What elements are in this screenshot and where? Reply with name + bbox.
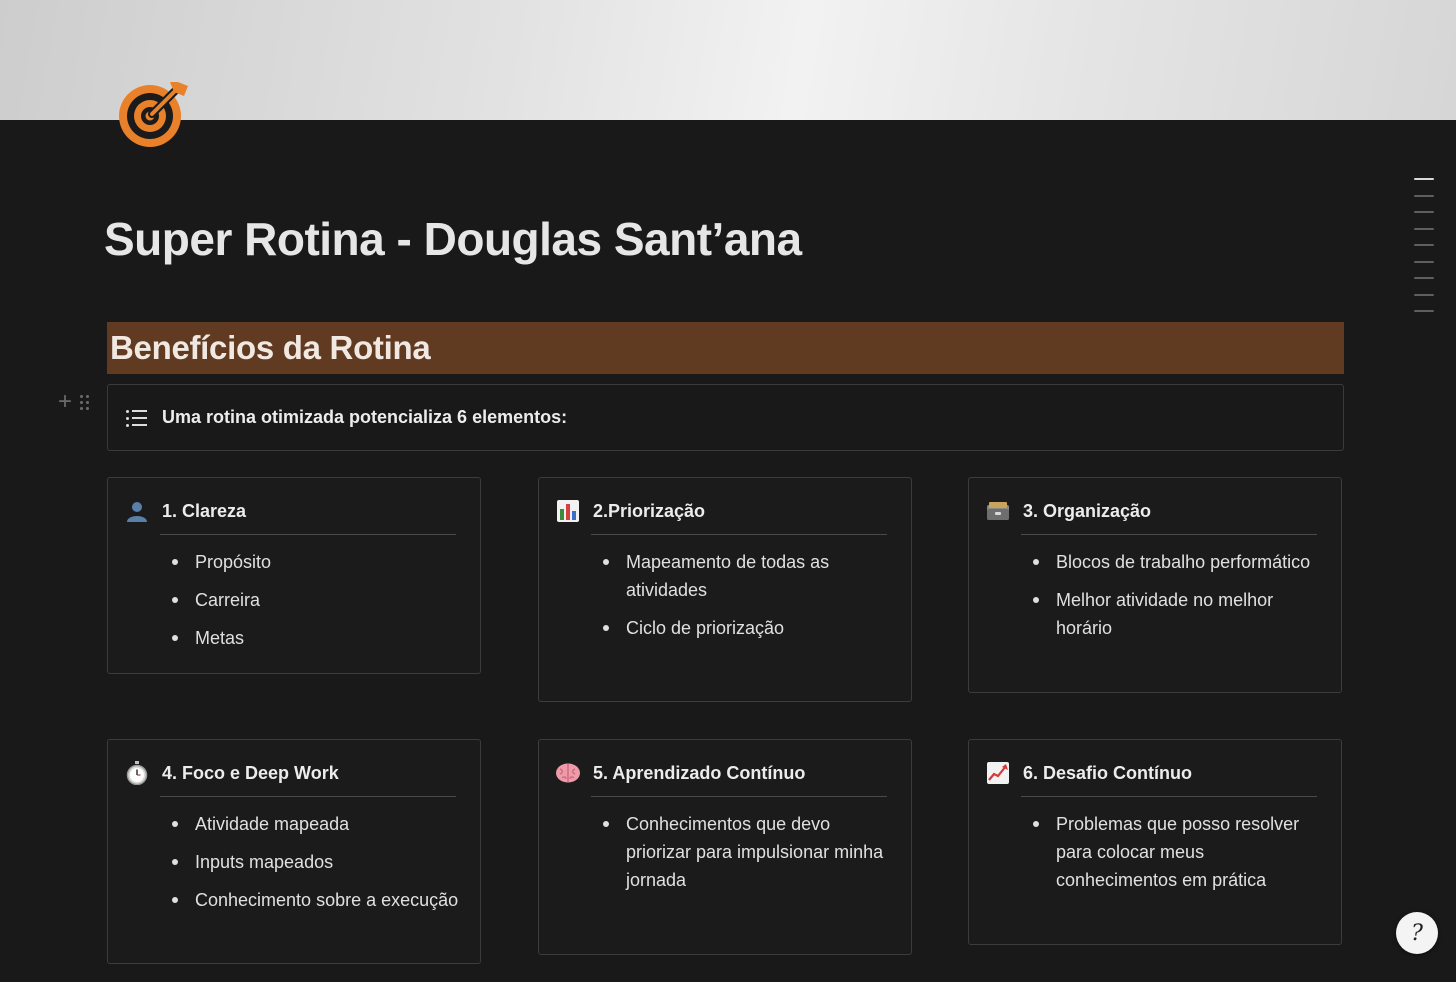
person-silhouette-icon [124,498,150,524]
page-cover[interactable] [0,0,1456,120]
section-heading: Benefícios da Rotina [110,329,431,366]
list-item[interactable]: Metas [172,624,462,652]
list-item[interactable]: Conhecimentos que devo priorizar para im… [603,810,893,894]
list-item[interactable]: Problemas que posso resolver para coloca… [1033,810,1323,894]
toc-entry[interactable] [1414,277,1434,279]
help-button[interactable]: ? [1396,912,1438,954]
benefit-card-desafio[interactable]: 6. Desafio Contínuo Problemas que posso … [968,739,1342,945]
list-item[interactable]: Inputs mapeados [172,848,462,876]
card-title: 6. Desafio Contínuo [1023,762,1193,783]
card-title: 5. Aprendizado Contínuo [593,762,806,783]
list-item[interactable]: Conhecimento sobre a execução [172,886,462,914]
toc-entry[interactable] [1414,178,1434,180]
benefit-card-foco[interactable]: 4. Foco e Deep Work Atividade mapeada In… [107,739,481,964]
benefit-card-clareza[interactable]: 1. Clareza Propósito Carreira Metas [107,477,481,674]
benefit-card-priorizacao[interactable]: 2.Priorização Mapeamento de todas as ati… [538,477,912,702]
notion-page: Super Rotina - Douglas Sant’ana Benefíci… [0,0,1456,982]
divider [1021,534,1317,535]
list-item[interactable]: Ciclo de priorização [603,614,893,642]
bullet-list: Atividade mapeada Inputs mapeados Conhec… [172,810,462,924]
table-of-contents-minimap[interactable] [1414,178,1434,327]
list-item[interactable]: Carreira [172,586,462,614]
toc-entry[interactable] [1414,194,1434,197]
bullet-list: Conhecimentos que devo priorizar para im… [603,810,893,904]
section-heading-block[interactable]: Benefícios da Rotina [107,322,1344,374]
list-item[interactable]: Atividade mapeada [172,810,462,838]
divider [1021,796,1317,797]
benefit-card-organizacao[interactable]: 3. Organização Blocos de trabalho perfor… [968,477,1342,693]
list-item[interactable]: Blocos de trabalho performático [1033,548,1323,576]
card-title: 2.Priorização [593,500,706,521]
benefit-card-aprendizado[interactable]: 5. Aprendizado Contínuo Conhecimentos qu… [538,739,912,955]
toc-entry[interactable] [1414,260,1434,263]
brain-icon [555,760,581,786]
bullet-list: Blocos de trabalho performático Melhor a… [1033,548,1323,652]
callout-block[interactable]: Uma rotina otimizada potencializa 6 elem… [107,384,1344,451]
divider [591,796,887,797]
bullet-list: Propósito Carreira Metas [172,548,462,662]
toc-entry[interactable] [1414,293,1434,296]
list-icon [126,409,148,427]
add-block-icon[interactable]: + [58,390,72,414]
bullet-list: Mapeamento de todas as atividades Ciclo … [603,548,893,652]
divider [160,796,456,797]
block-handles[interactable]: + [58,388,104,416]
callout-text: Uma rotina otimizada potencializa 6 elem… [162,407,568,427]
list-item[interactable]: Mapeamento de todas as atividades [603,548,893,604]
divider [160,534,456,535]
toc-entry[interactable] [1414,211,1434,213]
card-title: 3. Organização [1023,500,1152,521]
list-item[interactable]: Propósito [172,548,462,576]
card-title: 1. Clareza [162,500,247,521]
toc-entry[interactable] [1414,244,1434,246]
chart-increasing-icon [985,760,1011,786]
toc-entry[interactable] [1414,310,1434,312]
card-file-box-icon [985,498,1011,524]
stopwatch-icon [124,760,150,786]
page-title[interactable]: Super Rotina - Douglas Sant’ana [104,212,802,266]
card-title: 4. Foco e Deep Work [162,762,339,783]
list-item[interactable]: Melhor atividade no melhor horário [1033,586,1323,642]
drag-handle-icon[interactable] [80,394,90,410]
toc-entry[interactable] [1414,227,1434,230]
bar-chart-icon [555,498,581,524]
bullet-list: Problemas que posso resolver para coloca… [1033,810,1323,904]
divider [591,534,887,535]
target-icon[interactable] [112,76,192,156]
